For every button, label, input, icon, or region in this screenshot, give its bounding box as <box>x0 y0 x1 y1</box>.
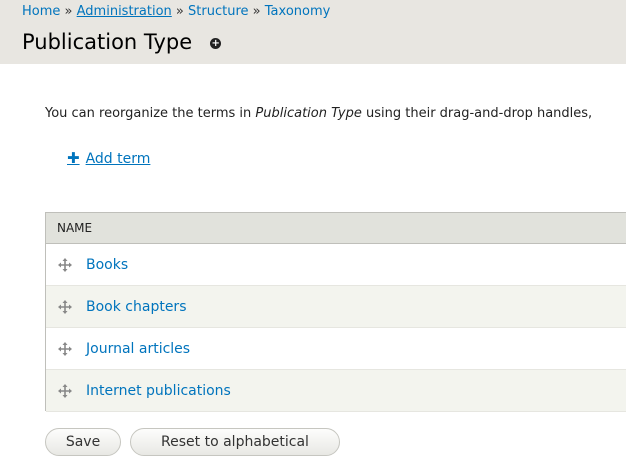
breadcrumb-home-link[interactable]: Home <box>22 4 60 19</box>
table-row: Journal articles <box>46 328 626 370</box>
table-row: Book chapters <box>46 286 626 328</box>
breadcrumb-structure-link[interactable]: Structure <box>188 4 248 19</box>
breadcrumb-separator: » <box>175 4 184 19</box>
drag-handle-icon[interactable] <box>58 257 72 272</box>
save-button[interactable]: Save <box>45 428 121 456</box>
table-row: Internet publications <box>46 370 626 412</box>
help-text-suffix: using their drag-and-drop handles, <box>361 106 593 121</box>
reset-to-alphabetical-button[interactable]: Reset to alphabetical <box>130 428 340 456</box>
breadcrumb: Home » Administration » Structure » Taxo… <box>22 4 330 20</box>
breadcrumb-administration-link[interactable]: Administration <box>77 4 172 19</box>
add-shortcut-icon[interactable]: + <box>210 38 222 49</box>
add-term-label: Add term <box>85 151 151 167</box>
breadcrumb-separator: » <box>64 4 73 19</box>
help-text-prefix: You can reorganize the terms in <box>45 106 256 121</box>
drag-handle-icon[interactable] <box>58 341 72 356</box>
table-row: Books <box>46 244 626 286</box>
table-header-name[interactable]: NAME <box>46 213 626 244</box>
drag-handle-icon[interactable] <box>58 299 72 314</box>
term-link-journal-articles[interactable]: Journal articles <box>86 341 190 357</box>
terms-table: NAME Books Book chapters Journal article… <box>45 212 626 412</box>
page-title: Publication Type <box>22 30 193 54</box>
term-link-book-chapters[interactable]: Book chapters <box>86 299 186 315</box>
term-link-internet-publications[interactable]: Internet publications <box>86 383 231 399</box>
breadcrumb-separator: » <box>252 4 261 19</box>
term-link-books[interactable]: Books <box>86 257 128 273</box>
help-text: You can reorganize the terms in Publicat… <box>45 105 592 123</box>
add-term-link[interactable]: ✚ Add term <box>67 149 150 168</box>
plus-icon: ✚ <box>67 149 80 167</box>
help-text-vocabulary: Publication Type <box>255 106 362 121</box>
drag-handle-icon[interactable] <box>58 383 72 398</box>
page-header: Home » Administration » Structure » Taxo… <box>0 0 626 64</box>
breadcrumb-taxonomy-link[interactable]: Taxonomy <box>265 4 331 19</box>
title-row: Publication Type + <box>22 28 222 56</box>
